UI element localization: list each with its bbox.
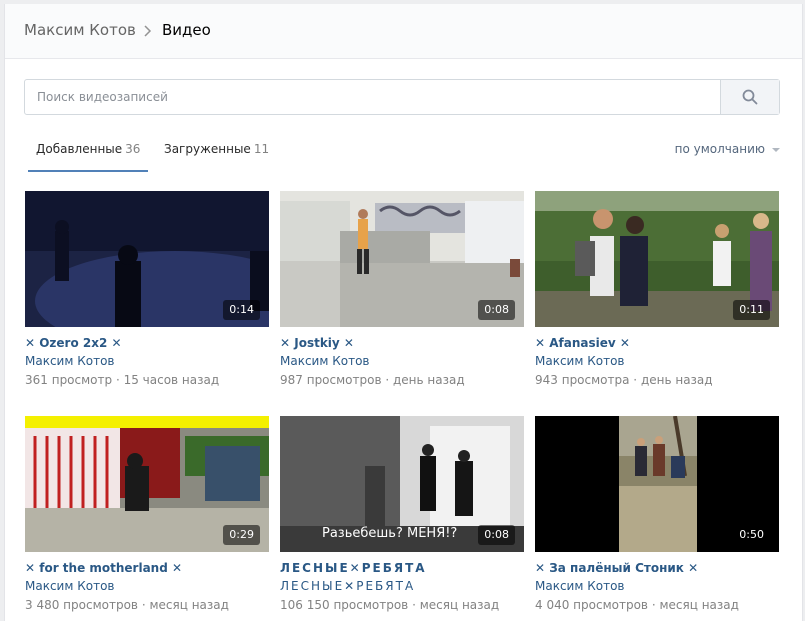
- video-duration: 0:14: [223, 300, 260, 320]
- chevron-right-icon: [142, 22, 154, 40]
- search-icon: [742, 89, 758, 105]
- video-thumbnail[interactable]: 0:11: [535, 191, 779, 327]
- video-author[interactable]: Максим Котов: [535, 579, 624, 593]
- search-input[interactable]: [25, 80, 720, 114]
- video-author[interactable]: Максим Котов: [25, 579, 114, 593]
- page-header: Максим Котов Видео: [5, 4, 802, 59]
- video-date: месяц назад: [419, 598, 500, 612]
- tab-added[interactable]: Добавленные 36: [28, 132, 148, 172]
- video-meta: 943 просмотра · день назад: [535, 373, 713, 387]
- video-author[interactable]: Максим Котов: [25, 354, 114, 368]
- video-duration: 0:08: [478, 300, 515, 320]
- video-meta: 3 480 просмотров · месяц назад: [25, 598, 229, 612]
- video-thumbnail[interactable]: 0:14: [25, 191, 269, 327]
- tab-added-label: Добавленные: [36, 142, 123, 156]
- search-button[interactable]: [720, 80, 779, 114]
- video-views: 361 просмотр: [25, 373, 113, 387]
- video-title[interactable]: ✕ За палёный Стоник ✕: [535, 561, 698, 575]
- video-thumbnail[interactable]: Разьебешь? МЕНЯ!? 0:08: [280, 416, 524, 552]
- video-duration: 0:50: [733, 525, 770, 545]
- video-views: 106 150 просмотров: [280, 598, 409, 612]
- video-date: месяц назад: [149, 598, 229, 612]
- breadcrumb-user-link[interactable]: Максим Котов: [24, 21, 136, 39]
- video-meta: 4 040 просмотров · месяц назад: [535, 598, 739, 612]
- video-thumbnail[interactable]: 0:50: [535, 416, 779, 552]
- page-card: Максим Котов Видео Добавленные36 Загруже…: [4, 4, 803, 621]
- video-meta: 987 просмотров · день назад: [280, 373, 465, 387]
- caret-down-icon: [772, 148, 780, 152]
- video-views: 987 просмотров: [280, 373, 382, 387]
- video-author[interactable]: Максим Котов: [280, 354, 369, 368]
- video-date: день назад: [640, 373, 713, 387]
- sort-dropdown[interactable]: по умолчанию: [675, 142, 780, 156]
- sort-label: по умолчанию: [674, 142, 765, 156]
- video-thumbnail[interactable]: 0:29: [25, 416, 269, 552]
- video-date: 15 часов назад: [123, 373, 220, 387]
- video-duration: 0:29: [223, 525, 260, 545]
- breadcrumb-current: Видео: [162, 21, 211, 39]
- video-title[interactable]: ЛЕСНЫЕ✕РЕБЯТА: [280, 561, 427, 575]
- video-meta: 106 150 просмотров · месяц назад: [280, 598, 500, 612]
- video-views: 3 480 просмотров: [25, 598, 138, 612]
- video-duration: 0:11: [733, 300, 770, 320]
- tab-uploaded[interactable]: Загруженные 11: [156, 132, 277, 172]
- video-date: месяц назад: [659, 598, 739, 612]
- video-title[interactable]: ✕ Afanasiev ✕: [535, 336, 630, 350]
- tab-uploaded-label: Загруженные: [164, 142, 251, 156]
- video-title[interactable]: ✕ Ozero 2x2 ✕: [25, 336, 122, 350]
- video-author[interactable]: Максим Котов: [535, 354, 624, 368]
- video-date: день назад: [393, 373, 465, 387]
- video-thumbnail[interactable]: 0:08: [280, 191, 524, 327]
- video-author[interactable]: ЛЕСНЫЕ✕РЕБЯТА: [280, 579, 415, 593]
- video-views: 943 просмотра: [535, 373, 630, 387]
- tab-uploaded-count: 11: [253, 142, 270, 156]
- video-views: 4 040 просмотров: [535, 598, 648, 612]
- video-duration: 0:08: [478, 525, 515, 545]
- video-meta: 361 просмотр · 15 часов назад: [25, 373, 220, 387]
- video-caption: Разьебешь? МЕНЯ!?: [322, 526, 458, 541]
- video-title[interactable]: ✕ Jostkiy ✕: [280, 336, 354, 350]
- video-title[interactable]: ✕ for the motherland ✕: [25, 561, 182, 575]
- search-bar: [24, 79, 780, 115]
- tab-added-count: 36: [125, 142, 141, 156]
- video-tabs: Добавленные 36 Загруженные 11 по умолчанию: [24, 132, 780, 172]
